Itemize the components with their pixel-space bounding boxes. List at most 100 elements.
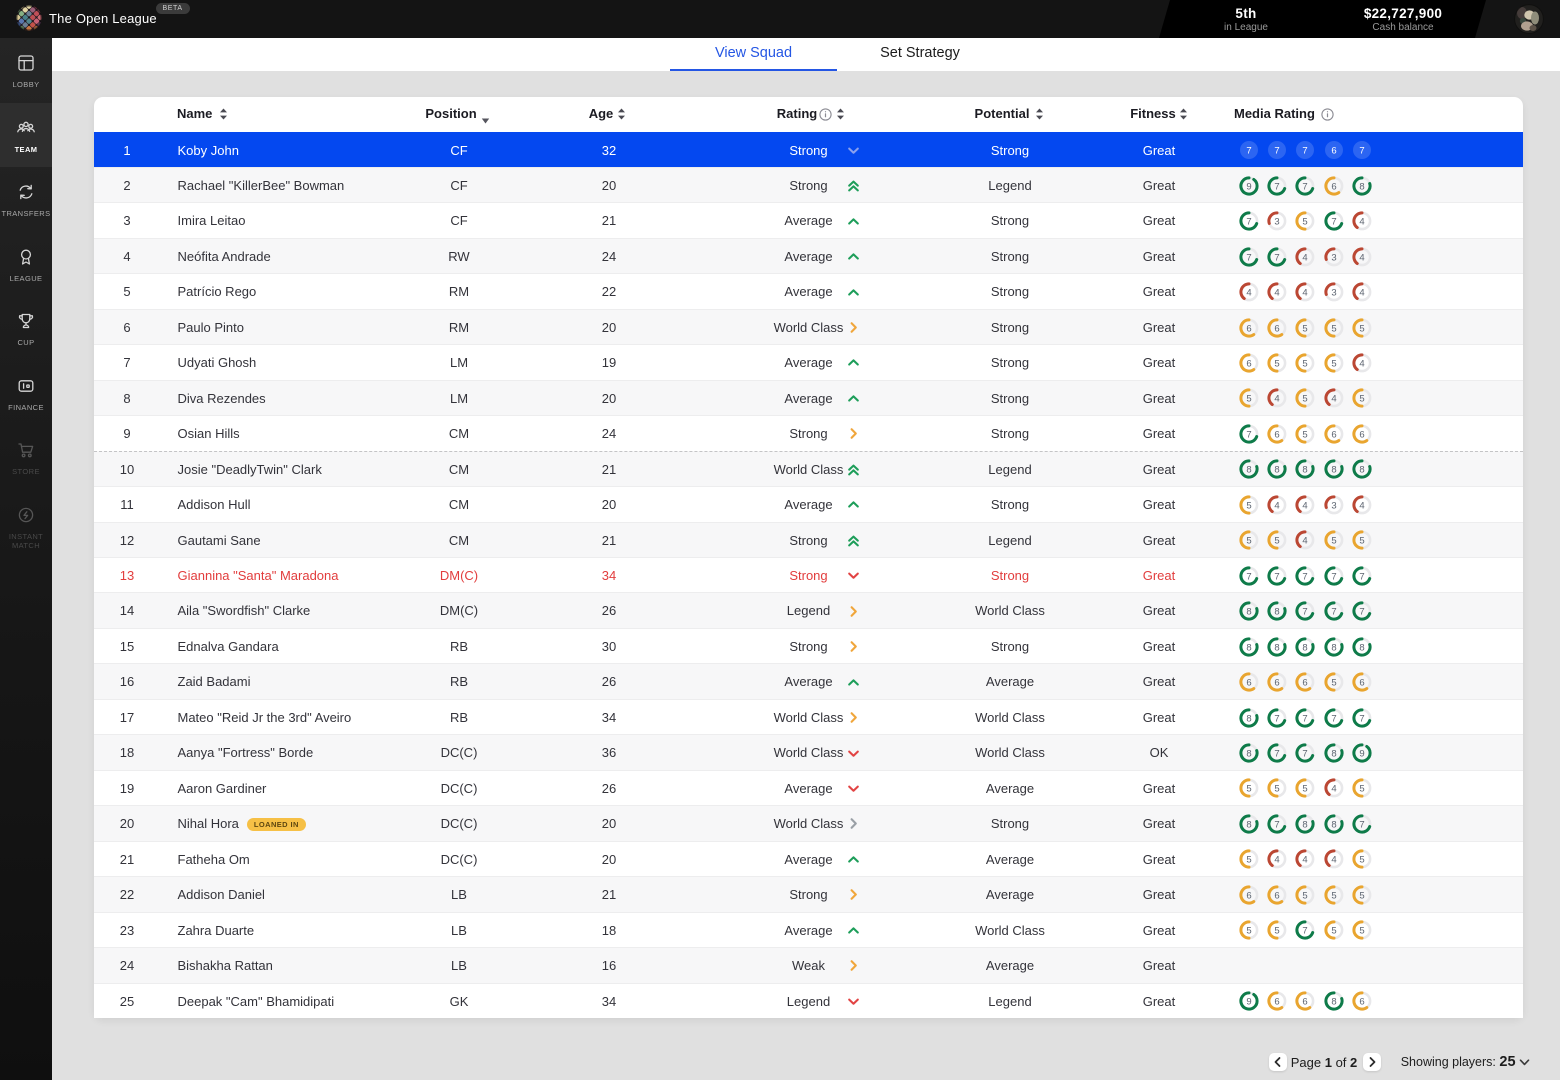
svg-text:7: 7	[1274, 252, 1279, 263]
svg-text:5: 5	[1274, 536, 1279, 547]
svg-text:5: 5	[1359, 890, 1364, 901]
svg-text:4: 4	[1274, 394, 1279, 405]
svg-text:7: 7	[1246, 217, 1251, 228]
svg-text:4: 4	[1274, 287, 1279, 298]
svg-text:6: 6	[1331, 181, 1336, 192]
svg-text:3: 3	[1331, 287, 1336, 298]
svg-text:5: 5	[1331, 890, 1336, 901]
svg-text:8: 8	[1246, 607, 1251, 618]
svg-text:7: 7	[1331, 607, 1336, 618]
svg-text:5: 5	[1246, 784, 1251, 795]
svg-text:7: 7	[1246, 429, 1251, 440]
svg-text:6: 6	[1246, 890, 1251, 901]
svg-text:3: 3	[1274, 217, 1279, 228]
svg-text:5: 5	[1331, 358, 1336, 369]
svg-text:8: 8	[1359, 181, 1364, 192]
svg-text:6: 6	[1303, 678, 1308, 689]
svg-text:8: 8	[1303, 819, 1308, 830]
svg-text:4: 4	[1359, 358, 1364, 369]
svg-text:6: 6	[1331, 429, 1336, 440]
svg-text:8: 8	[1359, 642, 1364, 653]
svg-text:4: 4	[1303, 287, 1308, 298]
svg-text:6: 6	[1274, 890, 1279, 901]
svg-text:9: 9	[1246, 181, 1251, 192]
svg-text:8: 8	[1274, 607, 1279, 618]
svg-text:5: 5	[1331, 926, 1336, 937]
svg-text:4: 4	[1303, 855, 1308, 866]
svg-text:6: 6	[1359, 678, 1364, 689]
svg-text:7: 7	[1303, 713, 1308, 724]
svg-text:8: 8	[1274, 642, 1279, 653]
svg-text:5: 5	[1303, 784, 1308, 795]
svg-text:5: 5	[1331, 536, 1336, 547]
svg-text:4: 4	[1246, 287, 1251, 298]
svg-text:7: 7	[1274, 181, 1279, 192]
svg-text:8: 8	[1303, 642, 1308, 653]
svg-text:5: 5	[1246, 394, 1251, 405]
svg-text:7: 7	[1359, 607, 1364, 618]
svg-text:8: 8	[1246, 642, 1251, 653]
svg-text:3: 3	[1331, 500, 1336, 511]
svg-text:5: 5	[1359, 323, 1364, 334]
svg-text:5: 5	[1246, 855, 1251, 866]
svg-text:7: 7	[1303, 607, 1308, 618]
svg-text:8: 8	[1331, 819, 1336, 830]
svg-text:8: 8	[1246, 748, 1251, 759]
svg-text:7: 7	[1303, 571, 1308, 582]
svg-text:8: 8	[1303, 465, 1308, 476]
svg-text:5: 5	[1246, 926, 1251, 937]
svg-text:5: 5	[1303, 429, 1308, 440]
svg-text:5: 5	[1246, 500, 1251, 511]
svg-text:9: 9	[1359, 748, 1364, 759]
svg-text:7: 7	[1331, 713, 1336, 724]
svg-text:8: 8	[1359, 465, 1364, 476]
svg-text:5: 5	[1274, 926, 1279, 937]
svg-text:7: 7	[1246, 252, 1251, 263]
svg-text:4: 4	[1331, 855, 1336, 866]
svg-text:8: 8	[1331, 642, 1336, 653]
svg-text:5: 5	[1303, 217, 1308, 228]
svg-text:5: 5	[1359, 855, 1364, 866]
svg-text:4: 4	[1331, 784, 1336, 795]
svg-text:4: 4	[1359, 287, 1364, 298]
svg-text:6: 6	[1274, 429, 1279, 440]
svg-text:6: 6	[1274, 678, 1279, 689]
svg-text:4: 4	[1359, 252, 1364, 263]
svg-text:6: 6	[1303, 997, 1308, 1008]
svg-text:7: 7	[1303, 146, 1308, 157]
svg-text:8: 8	[1246, 713, 1251, 724]
svg-text:4: 4	[1274, 855, 1279, 866]
svg-text:8: 8	[1331, 748, 1336, 759]
svg-text:5: 5	[1331, 323, 1336, 334]
svg-text:5: 5	[1303, 358, 1308, 369]
svg-text:3: 3	[1331, 252, 1336, 263]
svg-text:8: 8	[1246, 819, 1251, 830]
svg-text:6: 6	[1331, 146, 1336, 157]
svg-text:4: 4	[1359, 500, 1364, 511]
svg-text:8: 8	[1246, 465, 1251, 476]
svg-text:7: 7	[1359, 571, 1364, 582]
svg-text:5: 5	[1303, 890, 1308, 901]
svg-text:4: 4	[1331, 394, 1336, 405]
svg-text:7: 7	[1359, 713, 1364, 724]
svg-text:6: 6	[1246, 678, 1251, 689]
svg-text:5: 5	[1246, 536, 1251, 547]
svg-text:6: 6	[1359, 997, 1364, 1008]
svg-text:7: 7	[1246, 146, 1251, 157]
svg-text:4: 4	[1274, 500, 1279, 511]
svg-text:5: 5	[1274, 784, 1279, 795]
svg-text:7: 7	[1303, 181, 1308, 192]
svg-text:7: 7	[1274, 713, 1279, 724]
svg-text:7: 7	[1303, 748, 1308, 759]
svg-text:6: 6	[1274, 997, 1279, 1008]
svg-text:4: 4	[1303, 500, 1308, 511]
svg-text:7: 7	[1331, 571, 1336, 582]
svg-text:8: 8	[1331, 997, 1336, 1008]
svg-text:7: 7	[1331, 217, 1336, 228]
svg-text:6: 6	[1274, 323, 1279, 334]
svg-text:8: 8	[1274, 465, 1279, 476]
svg-text:7: 7	[1274, 819, 1279, 830]
svg-text:5: 5	[1359, 784, 1364, 795]
svg-text:5: 5	[1274, 358, 1279, 369]
svg-text:6: 6	[1246, 358, 1251, 369]
